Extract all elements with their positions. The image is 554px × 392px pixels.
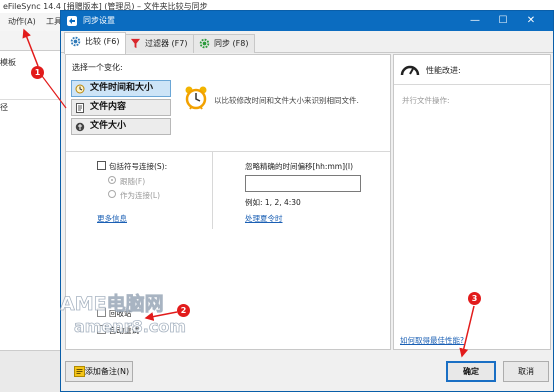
best-performance-link[interactable]: 如何取得最佳性能? [400, 335, 464, 346]
dialog-title: 同步设置 [83, 16, 115, 25]
app-icon [67, 16, 77, 26]
compare-option-size-label: 文件大小 [90, 121, 127, 131]
background-left-panel: 模板 径 [0, 50, 60, 350]
background-menubar: 动作(A) 工具 [0, 13, 62, 31]
add-note-button[interactable]: 添加备注(N) [65, 361, 133, 382]
svg-text:amenr8.com: amenr8.com [74, 317, 186, 336]
tab-sync-label: 同步 (F8) [214, 39, 249, 48]
performance-header: 性能改进: [394, 55, 550, 85]
document-icon [76, 103, 84, 113]
ok-button[interactable]: 确定 [446, 361, 496, 382]
background-panel-header: 模板 [0, 58, 16, 67]
add-note-label: 添加备注(N) [84, 367, 130, 376]
close-button[interactable]: ✕ [517, 11, 545, 31]
background-panel-column: 径 [0, 99, 60, 113]
background-bottom-area [0, 350, 60, 392]
symlink-checkbox[interactable] [97, 161, 106, 170]
radio-follow[interactable] [108, 176, 116, 184]
time-offset-input[interactable] [245, 175, 361, 192]
tab-compare[interactable]: 比较 (F6) [64, 32, 127, 54]
speedometer-icon [400, 65, 420, 76]
scale-icon [75, 122, 85, 132]
menu-action[interactable]: 动作(A) [8, 13, 36, 31]
radio-as-link-label: 作为连接(L) [120, 191, 161, 200]
dialog-button-bar: 添加备注(N) 确定 取消 [61, 352, 553, 391]
minimize-button[interactable]: — [461, 11, 489, 31]
compare-variant-label: 选择一个变化: [72, 63, 123, 72]
tab-filter-label: 过滤器 (F7) [145, 39, 188, 48]
performance-title: 性能改进: [426, 66, 461, 75]
gear-icon [70, 36, 81, 47]
divider [66, 151, 390, 152]
svg-text:AME电脑网: AME电脑网 [60, 292, 164, 315]
tab-filter[interactable]: 过滤器 (F7) [124, 34, 195, 53]
clock-icon [75, 84, 85, 94]
tab-compare-label: 比较 (F6) [85, 37, 120, 46]
compare-option-content[interactable]: 文件内容 [71, 99, 171, 116]
filter-icon [130, 38, 141, 49]
annotation-marker-1: 1 [31, 66, 44, 79]
compare-description: 以比较修改时间和文件大小来识别相同文件. [214, 96, 359, 105]
annotation-marker-3: 3 [468, 292, 481, 305]
dialog-title-bar: 同步设置 — ☐ ✕ [61, 11, 553, 31]
maximize-button[interactable]: ☐ [489, 11, 517, 31]
tab-bar: 比较 (F6) 过滤器 (F7) 同步 (F8) [61, 31, 553, 54]
divider [212, 151, 213, 229]
tab-sync[interactable]: 同步 (F8) [193, 34, 256, 53]
compare-option-content-label: 文件内容 [90, 102, 127, 112]
alarm-clock-icon [185, 86, 207, 110]
annotation-marker-2: 2 [177, 304, 190, 317]
more-info-link[interactable]: 更多信息 [97, 213, 127, 224]
parallel-operations-label: 并行文件操作: [402, 96, 450, 105]
time-offset-example: 例如: 1, 2, 4:30 [245, 198, 301, 207]
dst-link[interactable]: 处理夏令时 [245, 213, 283, 224]
symlink-label: 包括符号连接(S): [109, 162, 168, 171]
note-icon [74, 366, 85, 377]
sync-gear-icon [199, 38, 210, 49]
performance-pane: 性能改进: 并行文件操作: 如何取得最佳性能? [393, 54, 551, 350]
compare-option-time-size-label: 文件时间和大小 [90, 83, 154, 93]
radio-as-link[interactable] [108, 190, 116, 198]
compare-option-time-size[interactable]: 文件时间和大小 [71, 80, 171, 97]
time-offset-label: 忽略精确的时间偏移[hh:mm](I) [245, 162, 354, 171]
compare-option-size[interactable]: 文件大小 [71, 118, 171, 135]
cancel-button[interactable]: 取消 [503, 361, 549, 382]
radio-follow-label: 跟随(F) [120, 177, 146, 186]
